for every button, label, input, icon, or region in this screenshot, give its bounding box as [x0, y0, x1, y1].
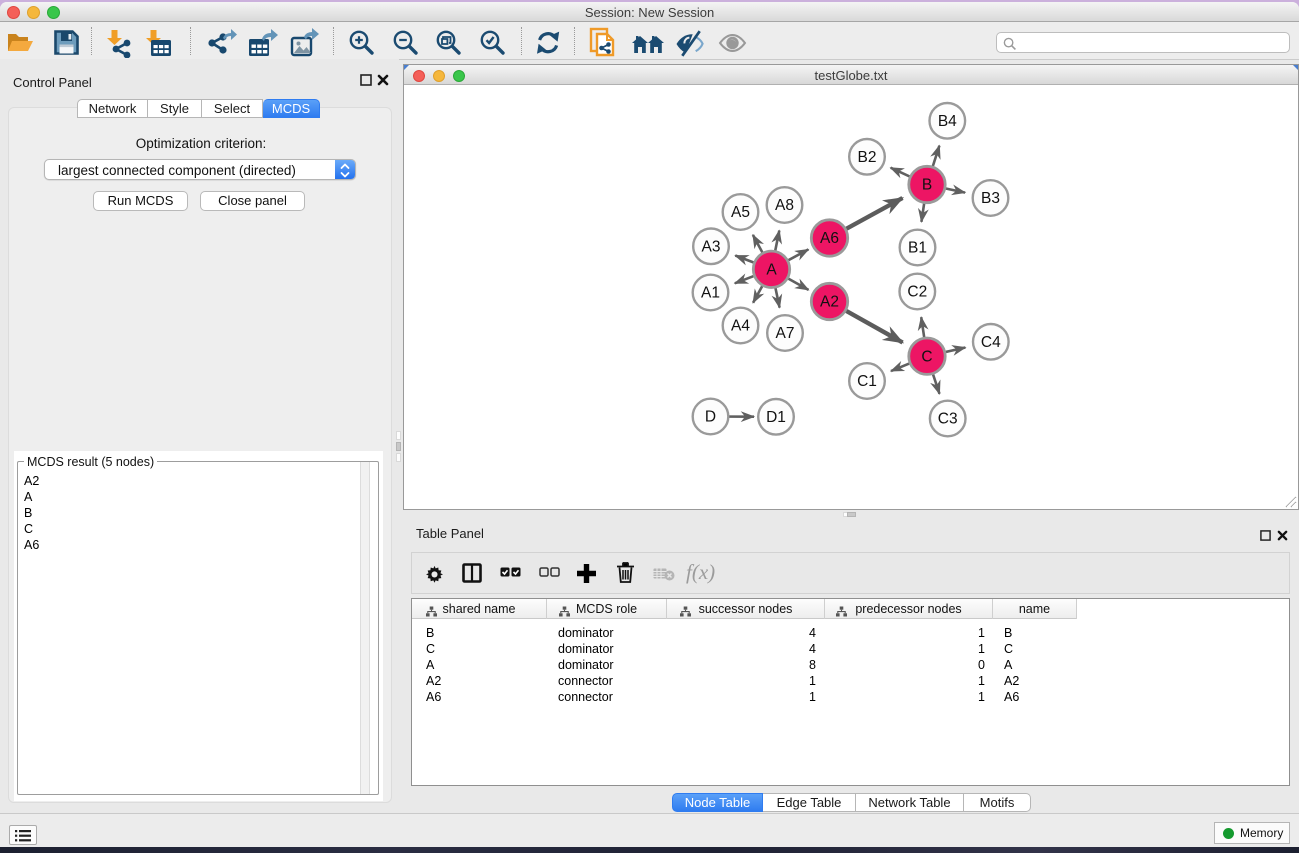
svg-text:B2: B2 [858, 149, 877, 166]
svg-text:A2: A2 [820, 294, 839, 311]
svg-text:A1: A1 [701, 285, 720, 302]
svg-text:C2: C2 [907, 284, 927, 301]
svg-text:A5: A5 [731, 204, 750, 221]
svg-text:C3: C3 [938, 411, 958, 428]
svg-text:A: A [766, 262, 777, 279]
svg-text:A8: A8 [775, 197, 794, 214]
svg-text:C: C [921, 348, 932, 365]
svg-text:B1: B1 [908, 240, 927, 257]
svg-text:D1: D1 [766, 409, 786, 426]
svg-text:A4: A4 [731, 318, 750, 335]
svg-text:B4: B4 [938, 113, 957, 130]
svg-text:B: B [922, 177, 932, 194]
svg-text:B3: B3 [981, 190, 1000, 207]
svg-text:A6: A6 [820, 230, 839, 247]
svg-text:C4: C4 [981, 334, 1001, 351]
svg-text:D: D [705, 409, 716, 426]
svg-text:C1: C1 [857, 373, 877, 390]
svg-text:A7: A7 [776, 325, 795, 342]
svg-text:A3: A3 [702, 239, 721, 256]
